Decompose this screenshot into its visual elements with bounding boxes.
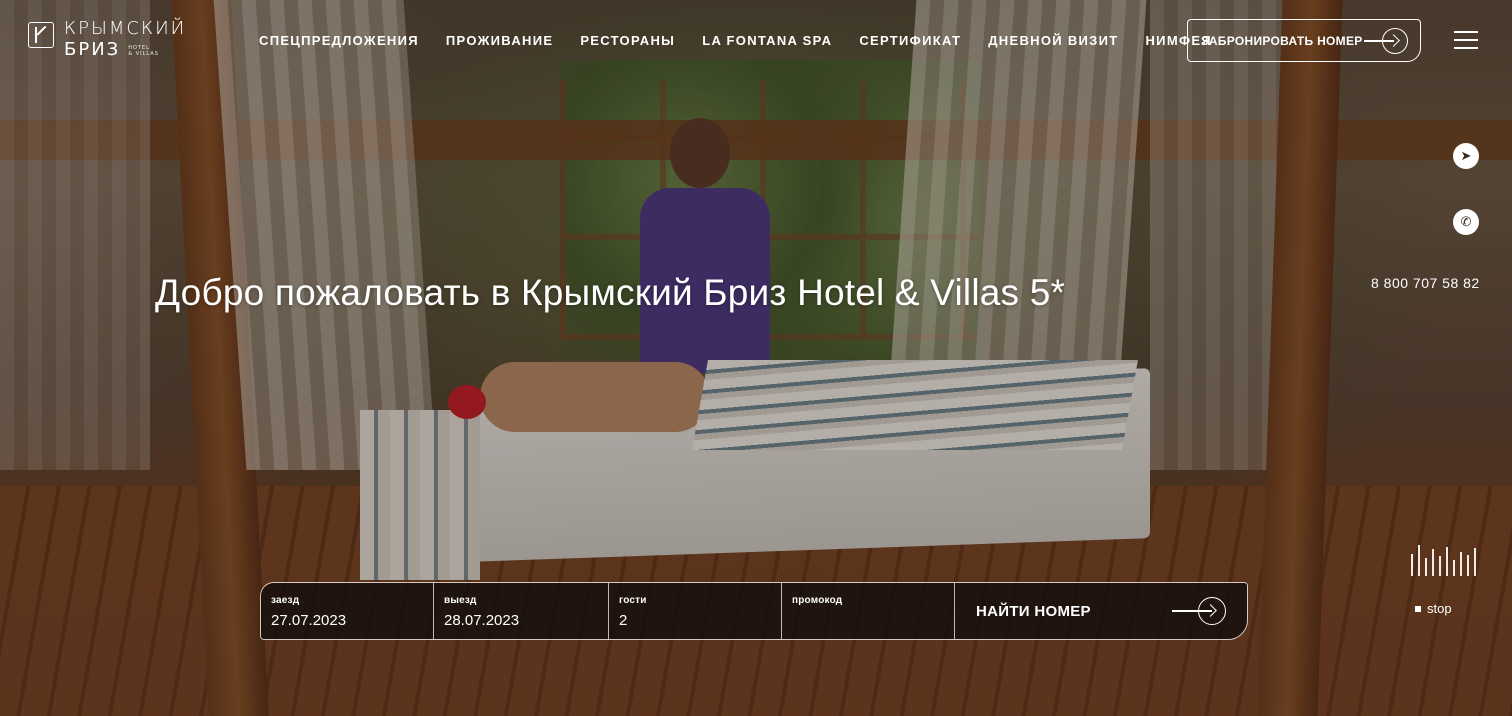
main-nav: СПЕЦПРЕДЛОЖЕНИЯ ПРОЖИВАНИЕ РЕСТОРАНЫ LA … [259, 33, 1212, 48]
find-room-label: НАЙТИ НОМЕР [976, 602, 1091, 620]
nav-item-special-offers[interactable]: СПЕЦПРЕДЛОЖЕНИЯ [259, 33, 419, 48]
book-room-button[interactable]: ЗАБРОНИРОВАТЬ НОМЕР [1187, 19, 1421, 62]
promo-code-field[interactable]: промокод [782, 583, 955, 639]
sound-equalizer-icon[interactable] [1411, 545, 1479, 576]
checkin-field[interactable]: заезд 27.07.2023 [261, 583, 434, 639]
find-room-button[interactable]: НАЙТИ НОМЕР [955, 583, 1247, 639]
phone-number[interactable]: 8 800 707 58 82 [1371, 275, 1480, 291]
checkin-label: заезд [271, 595, 300, 606]
book-room-label: ЗАБРОНИРОВАТЬ НОМЕР [1201, 33, 1363, 48]
telegram-icon[interactable]: ➤ [1453, 143, 1479, 169]
page-title: Добро пожаловать в Крымский Бриз Hotel &… [155, 272, 1066, 313]
nav-item-spa[interactable]: LA FONTANA SPA [702, 33, 832, 48]
checkout-field[interactable]: выезд 28.07.2023 [434, 583, 609, 639]
menu-icon[interactable] [1454, 31, 1478, 49]
logo-name-line2: БРИЗ [64, 39, 121, 60]
logo-mark-icon [28, 22, 54, 48]
logo-subtitle: HOTEL & VILLAS [128, 45, 159, 59]
arrow-right-icon [1172, 597, 1226, 625]
logo-sub-line2: & VILLAS [128, 51, 159, 57]
whatsapp-icon[interactable]: ✆ [1453, 209, 1479, 235]
guests-value: 2 [619, 612, 628, 629]
checkin-value: 27.07.2023 [271, 612, 347, 629]
checkout-label: выезд [444, 595, 477, 606]
nav-item-day-visit[interactable]: ДНЕВНОЙ ВИЗИТ [988, 33, 1118, 48]
video-stop-button[interactable]: stop [1415, 601, 1452, 616]
booking-form: заезд 27.07.2023 выезд 28.07.2023 гости … [260, 582, 1248, 640]
nav-item-restaurants[interactable]: РЕСТОРАНЫ [580, 33, 675, 48]
nav-item-certificate[interactable]: СЕРТИФИКАТ [859, 33, 961, 48]
video-stop-label: stop [1427, 601, 1452, 616]
checkout-value: 28.07.2023 [444, 612, 520, 629]
stop-icon [1415, 605, 1421, 612]
logo[interactable]: КРЫМСКИЙ БРИЗ HOTEL & VILLAS [28, 20, 186, 59]
promo-code-label: промокод [792, 595, 843, 606]
arrow-right-icon [1364, 28, 1408, 54]
guests-label: гости [619, 595, 647, 606]
guests-field[interactable]: гости 2 [609, 583, 782, 639]
logo-name-line1: КРЫМСКИЙ [64, 18, 187, 39]
nav-item-accommodation[interactable]: ПРОЖИВАНИЕ [446, 33, 553, 48]
